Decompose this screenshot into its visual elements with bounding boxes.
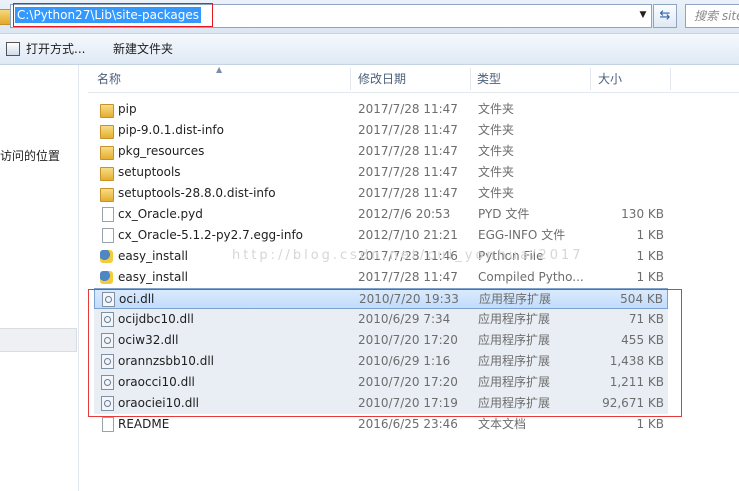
list-item[interactable]: pkg_resources 2017/7/28 11:47 文件夹	[94, 141, 668, 162]
file-date: 2017/7/28 11:47	[358, 270, 458, 284]
file-name: pip-9.0.1.dist-info	[118, 123, 224, 137]
list-item[interactable]: easy_install 2017/7/28 11:47 Compiled Pyth…	[94, 267, 668, 288]
column-header: ▲ 名称 修改日期 类型 大小	[88, 65, 739, 93]
file-date: 2017/7/28 11:47	[358, 123, 458, 137]
text-file-icon	[102, 417, 114, 432]
file-date: 2017/7/28 11:47	[358, 144, 458, 158]
file-type: Compiled Pytho...	[478, 270, 584, 284]
file-size: 1 KB	[636, 249, 664, 263]
file-size: 130 KB	[621, 207, 664, 221]
folder-icon	[100, 188, 114, 202]
python-compiled-icon	[100, 271, 113, 284]
column-date[interactable]: 修改日期	[358, 66, 406, 92]
list-item[interactable]: setuptools 2017/7/28 11:47 文件夹	[94, 162, 668, 183]
column-type[interactable]: 类型	[477, 66, 501, 92]
new-folder-button[interactable]: 新建文件夹	[113, 41, 173, 57]
file-size: 1 KB	[636, 417, 664, 431]
file-type: EGG-INFO 文件	[478, 228, 566, 242]
list-item[interactable]: pip-9.0.1.dist-info 2017/7/28 11:47 文件夹	[94, 120, 668, 141]
list-item[interactable]: setuptools-28.8.0.dist-info 2017/7/28 11:…	[94, 183, 668, 204]
search-input[interactable]: 搜索 site	[685, 4, 739, 28]
file-date: 2012/7/10 21:21	[358, 228, 458, 242]
column-resize-handle[interactable]	[350, 68, 351, 90]
column-resize-handle[interactable]	[590, 68, 591, 90]
file-type: 文件夹	[478, 144, 515, 158]
folder-icon	[100, 104, 114, 118]
chevron-down-icon[interactable]: ▼	[637, 8, 649, 22]
file-type: 文件夹	[478, 102, 515, 116]
address-input[interactable]: C:\Python27\Lib\site-packages ▼	[10, 3, 652, 28]
open-with-icon	[6, 42, 20, 56]
file-type: PYD 文件	[478, 207, 530, 221]
folder-icon	[100, 125, 114, 139]
file-date: 2016/6/25 23:46	[358, 417, 458, 431]
file-type: 文件夹	[478, 123, 515, 137]
navigation-pane: 访问的位置	[0, 65, 79, 491]
file-date: 2012/7/6 20:53	[358, 207, 451, 221]
file-name: pkg_resources	[118, 144, 205, 158]
nav-item-selected[interactable]	[0, 328, 77, 352]
file-name: easy_install	[118, 270, 189, 284]
watermark: http://blog.csdn.net/cui_yonhua/2017	[232, 248, 584, 263]
file-type: 文本文档	[478, 417, 527, 431]
file-icon	[102, 228, 114, 243]
file-type: 文件夹	[478, 165, 515, 179]
path-highlight-frame	[13, 3, 213, 27]
file-size: 1 KB	[636, 228, 664, 242]
list-item[interactable]: pip 2017/7/28 11:47 文件夹	[94, 99, 668, 120]
address-bar: C:\Python27\Lib\site-packages ▼ ⇆ 搜索 sit…	[0, 0, 739, 34]
file-type: 文件夹	[478, 186, 515, 200]
sort-ascending-icon: ▲	[216, 65, 223, 74]
folder-icon	[100, 146, 114, 160]
file-name: README	[118, 417, 170, 431]
python-file-icon	[100, 250, 113, 263]
file-icon	[102, 207, 114, 222]
nav-item-recent-places[interactable]: 访问的位置	[0, 147, 60, 164]
file-name: cx_Oracle-5.1.2-py2.7.egg-info	[118, 228, 304, 242]
folder-icon	[100, 167, 114, 181]
command-bar: 打开方式... 新建文件夹	[0, 34, 739, 65]
file-date: 2017/7/28 11:47	[358, 102, 458, 116]
file-name: cx_Oracle.pyd	[118, 207, 203, 221]
list-item[interactable]: cx_Oracle-5.1.2-py2.7.egg-info 2012/7/10 …	[94, 225, 668, 246]
file-name: setuptools	[118, 165, 181, 179]
refresh-icon[interactable]: ⇆	[653, 4, 677, 28]
file-name: pip	[118, 102, 137, 116]
open-with-button[interactable]: 打开方式...	[26, 41, 85, 57]
column-name[interactable]: 名称	[97, 66, 121, 92]
file-name: setuptools-28.8.0.dist-info	[118, 186, 276, 200]
column-size[interactable]: 大小	[598, 66, 622, 92]
file-date: 2017/7/28 11:47	[358, 165, 458, 179]
list-item[interactable]: cx_Oracle.pyd 2012/7/6 20:53 PYD 文件 130 KB	[94, 204, 668, 225]
file-name: easy_install	[118, 249, 189, 263]
list-item[interactable]: README 2016/6/25 23:46 文本文档 1 KB	[94, 414, 668, 435]
dll-highlight-frame	[88, 289, 682, 417]
file-size: 1 KB	[636, 270, 664, 284]
file-date: 2017/7/28 11:47	[358, 186, 458, 200]
column-resize-handle[interactable]	[670, 68, 671, 90]
column-resize-handle[interactable]	[470, 68, 471, 90]
